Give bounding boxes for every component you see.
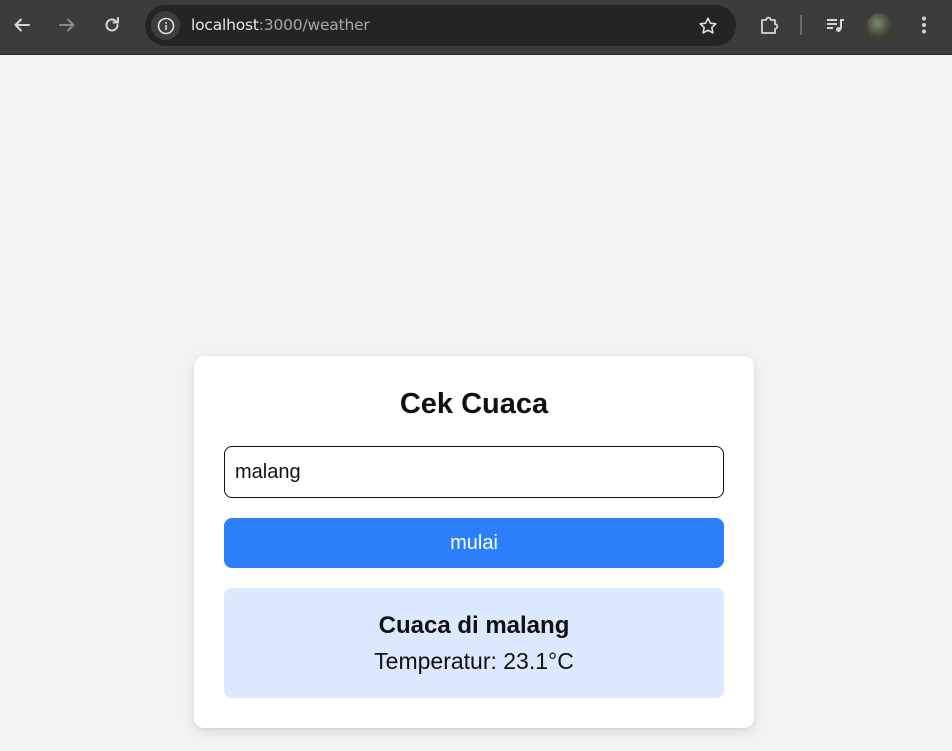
media-control-icon xyxy=(827,19,844,32)
reload-icon xyxy=(105,17,119,32)
page-title: Cek Cuaca xyxy=(399,388,549,420)
kebab-menu-icon xyxy=(922,16,926,34)
weather-card: Cek Cuaca mulai Cuaca di malang Temperat… xyxy=(194,356,754,728)
result-title: Cuaca di malang xyxy=(378,612,570,639)
url-text[interactable]: localhost:3000/weather xyxy=(191,16,370,34)
site-info-button[interactable] xyxy=(151,11,180,40)
browser-menu-button[interactable] xyxy=(910,9,938,41)
url-path: :3000/weather xyxy=(258,16,370,34)
result-temperature: Temperatur: 23.1°C xyxy=(374,648,574,674)
back-button[interactable] xyxy=(8,9,36,41)
weather-result: Cuaca di malang Temperatur: 23.1°C xyxy=(224,588,724,698)
extensions-button[interactable] xyxy=(755,9,783,41)
toolbar-divider xyxy=(800,15,802,35)
avatar[interactable] xyxy=(867,13,893,39)
bookmark-button[interactable] xyxy=(696,14,720,38)
arrow-right-icon xyxy=(59,18,75,32)
browser-toolbar: localhost:3000/weather xyxy=(0,0,952,55)
city-input[interactable] xyxy=(224,446,724,498)
info-icon xyxy=(157,17,174,34)
forward-button[interactable] xyxy=(53,9,81,41)
submit-button[interactable]: mulai xyxy=(224,518,724,568)
arrow-left-icon xyxy=(14,18,30,32)
star-icon xyxy=(699,17,717,34)
url-host: localhost xyxy=(191,16,259,34)
reload-button[interactable] xyxy=(98,9,126,41)
puzzle-icon xyxy=(761,16,779,34)
address-bar[interactable]: localhost:3000/weather xyxy=(145,5,736,46)
media-control-button[interactable] xyxy=(821,9,849,41)
